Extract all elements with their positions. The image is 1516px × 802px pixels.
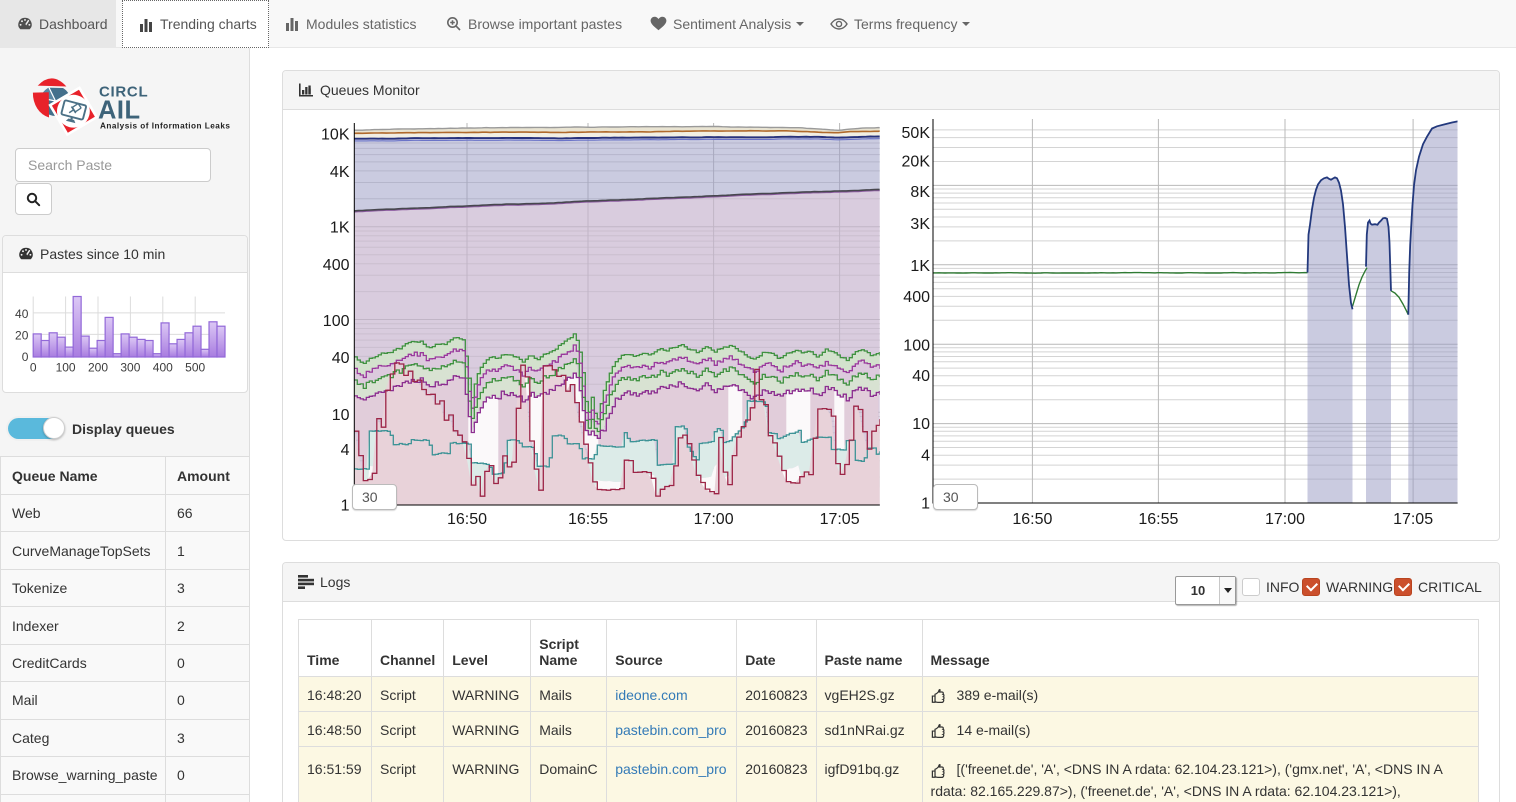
- svg-text:AIL: AIL: [98, 97, 141, 125]
- svg-text:Analysis of Information Leaks: Analysis of Information Leaks: [100, 122, 230, 131]
